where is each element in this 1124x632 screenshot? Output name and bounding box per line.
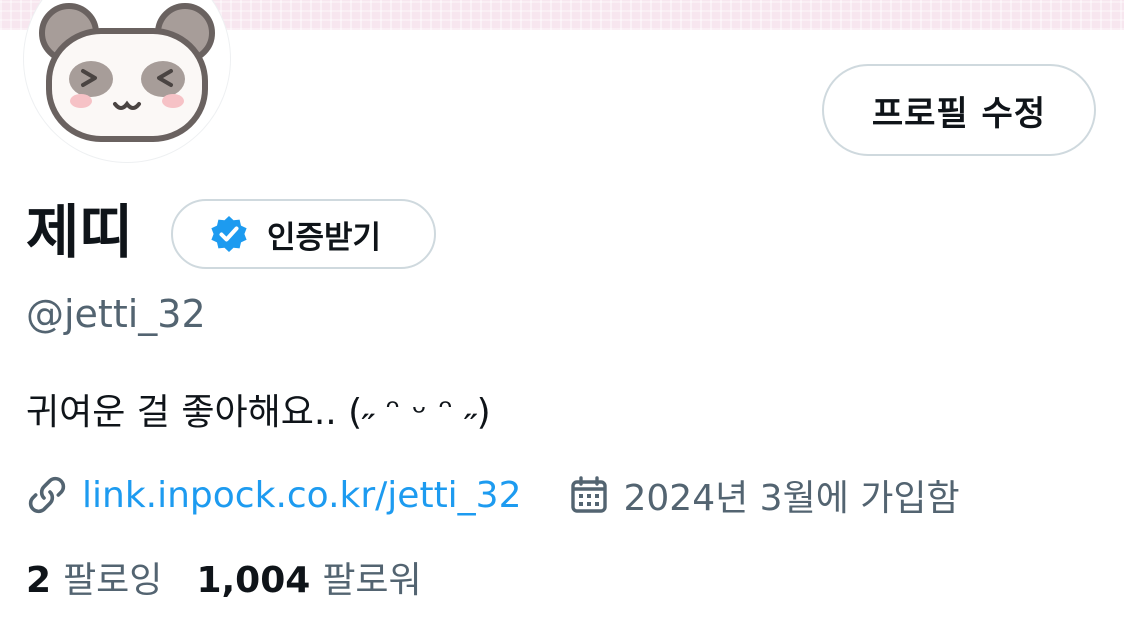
- profile-meta: link.inpock.co.kr/jetti_32 2024년 3월에 가입함: [26, 470, 960, 520]
- panda-avatar: [39, 3, 215, 142]
- profile-bio: 귀여운 걸 좋아해요.. (˶ ᵔ ᵕ ᵔ ˶): [26, 392, 491, 433]
- joined-date: 2024년 3월에 가입함: [568, 469, 960, 521]
- following-link[interactable]: 2 팔로잉: [26, 556, 162, 606]
- following-count: 2: [26, 560, 52, 601]
- profile-link[interactable]: link.inpock.co.kr/jetti_32: [82, 475, 522, 516]
- calendar-icon: [570, 476, 607, 513]
- verified-badge-icon: [211, 216, 247, 252]
- followers-count: 1,004: [196, 560, 311, 601]
- profile-handle: @jetti_32: [26, 292, 206, 336]
- get-verified-button[interactable]: 인증받기: [171, 199, 436, 269]
- following-label: 팔로잉: [63, 560, 163, 601]
- follow-stats: 2 팔로잉 1,004 팔로워: [26, 556, 422, 606]
- link-icon: [28, 476, 66, 514]
- followers-link[interactable]: 1,004 팔로워: [196, 556, 421, 606]
- followers-label: 팔로워: [322, 560, 422, 601]
- avatar[interactable]: [24, 0, 230, 162]
- edit-profile-button[interactable]: 프로필 수정: [822, 64, 1096, 156]
- get-verified-label: 인증받기: [267, 219, 382, 256]
- joined-label: 2024년 3월에 가입함: [623, 478, 960, 519]
- profile-name: 제띠: [26, 198, 133, 266]
